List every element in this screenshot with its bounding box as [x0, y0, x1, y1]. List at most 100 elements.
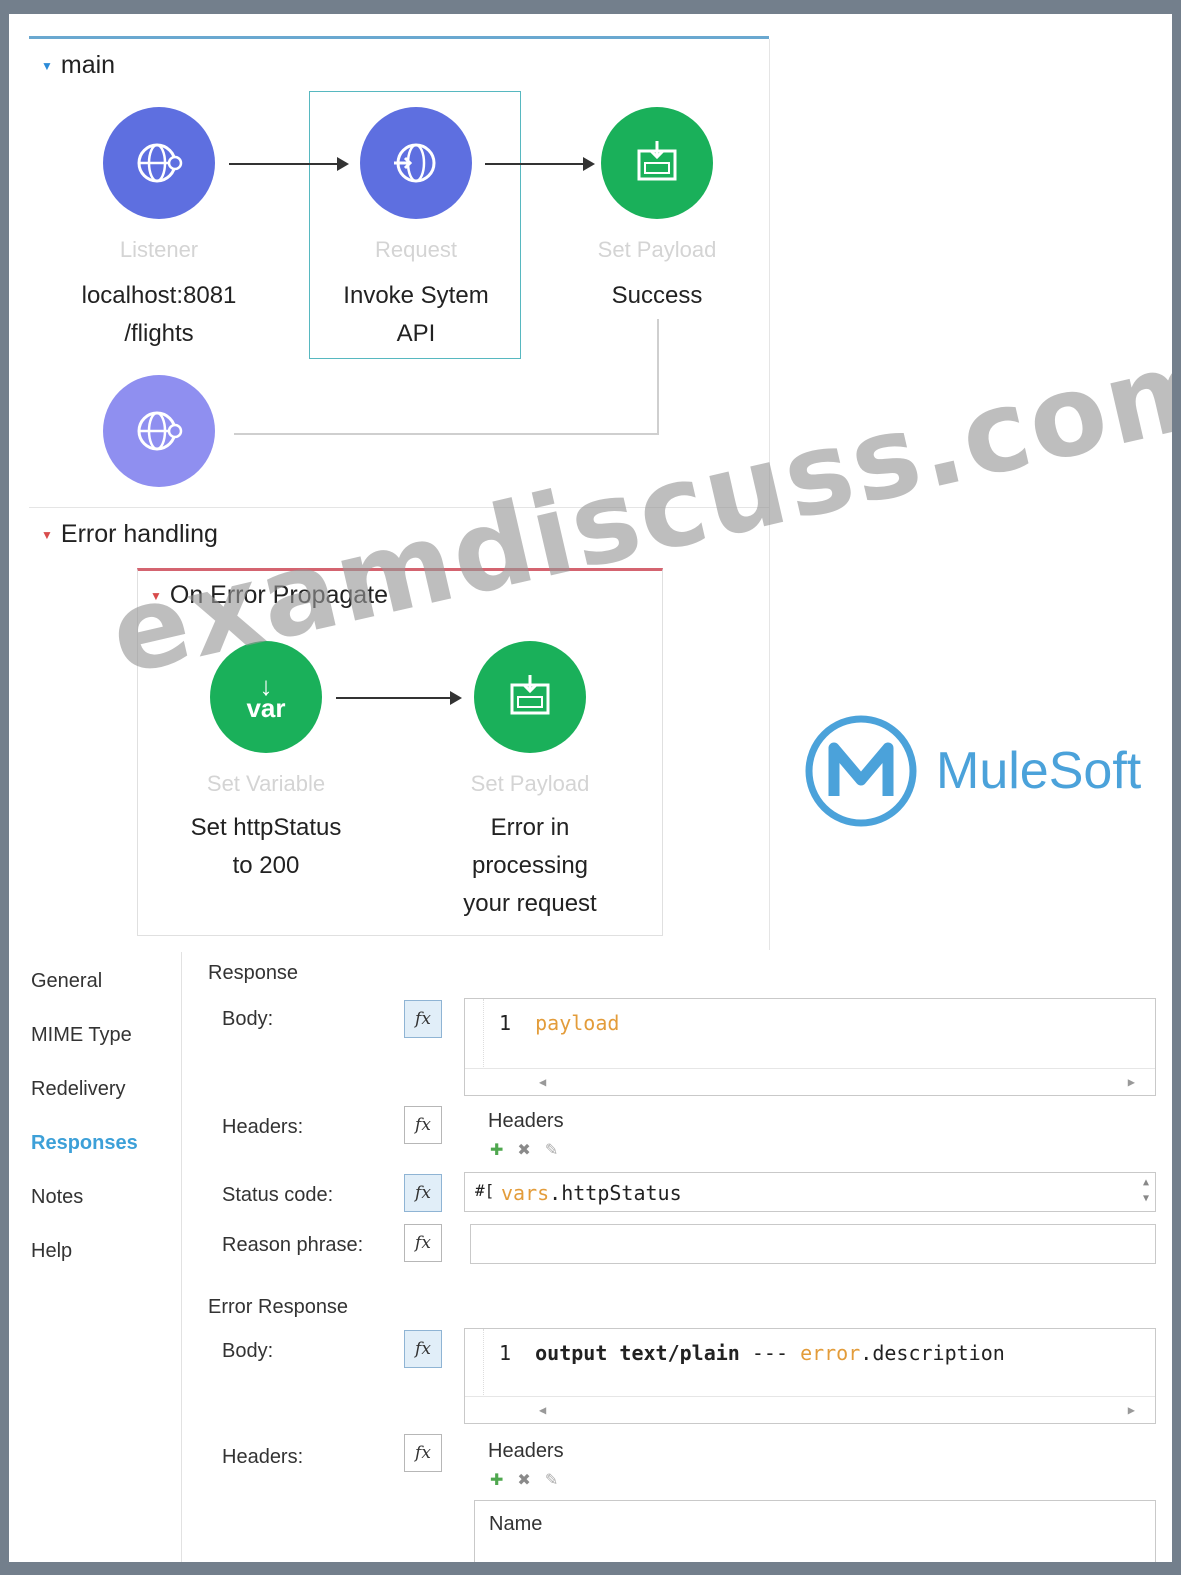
flow-canvas: ▼ main Listener localhost:8081 /flights [29, 36, 770, 950]
set-payload-icon [510, 675, 550, 715]
nav-general[interactable]: General [31, 954, 181, 1008]
scroll-right-icon[interactable]: ▶ [1128, 1075, 1135, 1089]
response-body-code: 1 payload [499, 1011, 619, 1035]
error-set-payload-type: Set Payload [470, 771, 590, 796]
edit-icon[interactable]: ✎ [545, 1470, 558, 1490]
spinner-icon[interactable]: ▲ ▼ [1143, 1175, 1149, 1207]
response-headers-title: Headers [488, 1110, 564, 1132]
set-variable-label: Set httpStatus to 200 [166, 809, 366, 885]
listener-node[interactable] [103, 107, 215, 219]
horizontal-scrollbar[interactable]: ◀ ▶ [465, 1068, 1155, 1095]
table-header-name[interactable]: Name [489, 1513, 542, 1536]
response-body-label: Body: [222, 1008, 274, 1030]
globe-listener-icon [137, 143, 183, 183]
add-icon[interactable]: ✚ [490, 1140, 503, 1160]
request-label: Invoke Sytem API [316, 277, 516, 353]
mulesoft-logo-text: MuleSoft [936, 742, 1142, 800]
response-headers-toolbar: ✚ ✖ ✎ [490, 1140, 558, 1160]
error-body-code: 1 output text/plain --- error.descriptio… [499, 1341, 1005, 1365]
error-headers-label: Headers: [222, 1446, 304, 1468]
nav-redelivery[interactable]: Redelivery [31, 1062, 181, 1116]
code-http-status: .httpStatus [549, 1181, 682, 1205]
request-label-line2: API [396, 320, 436, 347]
nav-mime-type[interactable]: MIME Type [31, 1008, 181, 1062]
set-payload-label-line1: Success [611, 282, 703, 309]
error-handling-section: ▼ Error handling ▼ On Error Propagate ↓ … [29, 507, 770, 950]
editor-gutter [465, 1329, 484, 1397]
error-set-payload-label-line2: processing [471, 852, 589, 879]
responses-panel: Response Body: fx 1 payload ◀ ▶ Headers:… [181, 952, 1167, 1562]
code-separator: --- [739, 1341, 801, 1365]
error-set-payload-node[interactable] [474, 641, 586, 753]
code-vars: vars [501, 1181, 550, 1205]
mulesoft-logo-icon [805, 715, 917, 827]
expression-prefix: #[ [475, 1181, 495, 1200]
error-headers-table[interactable]: Name [474, 1500, 1156, 1562]
error-response-group-title: Error Response [208, 1296, 349, 1318]
error-handling-title[interactable]: ▼ Error handling [41, 520, 218, 549]
code-payload: payload [535, 1011, 620, 1035]
collapse-triangle-icon[interactable]: ▼ [41, 528, 53, 542]
error-headers-title: Headers [488, 1440, 564, 1462]
add-icon[interactable]: ✚ [490, 1470, 503, 1490]
line-number: 1 [499, 1341, 512, 1365]
reason-phrase-input[interactable] [470, 1224, 1156, 1264]
horizontal-scrollbar[interactable]: ◀ ▶ [465, 1396, 1155, 1423]
code-error: error [800, 1341, 861, 1365]
properties-nav: General MIME Type Redelivery Responses N… [31, 954, 181, 1278]
delete-icon[interactable]: ✖ [517, 1140, 530, 1160]
scroll-left-icon[interactable]: ◀ [539, 1075, 546, 1089]
collapse-triangle-icon[interactable]: ▼ [41, 59, 53, 73]
collapse-triangle-icon[interactable]: ▼ [150, 589, 162, 603]
reason-phrase-label: Reason phrase: [222, 1234, 364, 1256]
request-node[interactable] [360, 107, 472, 219]
set-variable-icon: ↓ var [246, 673, 285, 721]
set-payload-type: Set Payload [597, 237, 717, 262]
set-variable-type: Set Variable [206, 771, 326, 796]
main-flow-title[interactable]: ▼ main [41, 51, 115, 80]
globe-request-icon [394, 143, 436, 183]
error-headers-toolbar: ✚ ✖ ✎ [490, 1470, 558, 1490]
nav-responses[interactable]: Responses [31, 1116, 181, 1170]
response-headers-label: Headers: [222, 1116, 304, 1138]
return-connector [657, 319, 659, 434]
listener-type: Listener [119, 237, 199, 262]
main-flow: ▼ main Listener localhost:8081 /flights [29, 39, 770, 507]
set-variable-label-line1: Set httpStatus [190, 814, 342, 841]
nav-notes[interactable]: Notes [31, 1170, 181, 1224]
on-error-label: On Error Propagate [169, 581, 389, 609]
error-set-payload-label-line1: Error in [490, 814, 570, 841]
line-number: 1 [499, 1011, 512, 1035]
fx-toggle-button[interactable]: fx [404, 1174, 442, 1212]
nav-help[interactable]: Help [31, 1224, 181, 1278]
set-payload-node[interactable] [601, 107, 713, 219]
error-body-editor[interactable]: 1 output text/plain --- error.descriptio… [464, 1328, 1156, 1424]
main-flow-label: main [60, 51, 116, 79]
fx-toggle-button[interactable]: fx [404, 1224, 442, 1262]
fx-toggle-button[interactable]: fx [404, 1106, 442, 1144]
response-body-editor[interactable]: 1 payload ◀ ▶ [464, 998, 1156, 1096]
fx-toggle-button[interactable]: fx [404, 1330, 442, 1368]
return-connector [234, 433, 659, 435]
error-set-payload-label-line3: your request [463, 890, 597, 917]
listener-response-node[interactable] [103, 375, 215, 487]
status-code-input[interactable]: #[ vars.httpStatus ▲ ▼ [464, 1172, 1156, 1212]
error-set-payload-label: Error in processing your request [430, 809, 630, 923]
error-body-label: Body: [222, 1340, 274, 1362]
edit-icon[interactable]: ✎ [545, 1140, 558, 1160]
flow-arrow [485, 157, 595, 171]
set-variable-label-line2: to 200 [232, 852, 300, 879]
delete-icon[interactable]: ✖ [517, 1470, 530, 1490]
fx-toggle-button[interactable]: fx [404, 1434, 442, 1472]
set-variable-node[interactable]: ↓ var [210, 641, 322, 753]
status-code-label: Status code: [222, 1184, 334, 1206]
scroll-left-icon[interactable]: ◀ [539, 1403, 546, 1417]
editor-gutter [465, 999, 484, 1069]
listener-label-line1: localhost:8081 [81, 282, 237, 309]
listener-label-line2: /flights [124, 320, 194, 347]
on-error-propagate-scope[interactable]: ▼ On Error Propagate ↓ var Set Variable … [137, 568, 663, 936]
scroll-right-icon[interactable]: ▶ [1128, 1403, 1135, 1417]
globe-response-icon [137, 411, 183, 451]
fx-toggle-button[interactable]: fx [404, 1000, 442, 1038]
set-payload-icon [637, 141, 677, 181]
